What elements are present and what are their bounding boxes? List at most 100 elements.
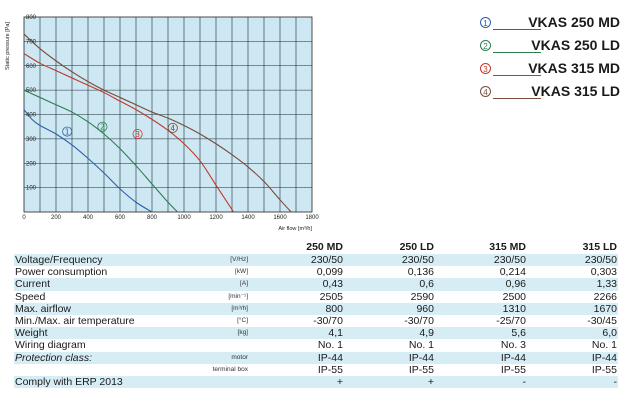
legend-item: 1 VKAS 250 MD — [478, 14, 623, 37]
spec-unit — [169, 375, 254, 389]
spec-label: Max. airflow — [14, 302, 169, 315]
spec-value: 1,33 — [527, 278, 618, 291]
x-tick-label: 0 — [22, 215, 26, 221]
spec-value: -30/70 — [254, 314, 344, 328]
spec-value: IP-55 — [254, 363, 344, 376]
spec-value: IP-55 — [435, 363, 527, 376]
spec-value: 0,099 — [254, 266, 344, 279]
legend-marker: 4 — [480, 86, 491, 97]
spec-label: Protection class: — [14, 351, 169, 364]
x-tick-label: 1800 — [305, 215, 319, 221]
series-marker-label: 1 — [65, 128, 70, 137]
spec-value: 0,6 — [344, 278, 435, 291]
x-tick-label: 1600 — [273, 215, 287, 221]
spec-value: 5,6 — [435, 327, 527, 340]
spec-unit: [A] — [169, 278, 254, 291]
spec-row: Speed [min⁻¹] 2505 2590 2500 2266 — [14, 290, 618, 303]
spec-label: Weight — [14, 327, 169, 340]
spec-value: -25/70 — [435, 314, 527, 328]
spec-value: No. 1 — [344, 339, 435, 352]
spec-value: 0,303 — [527, 266, 618, 279]
spec-value: 1310 — [435, 302, 527, 315]
column-header: 315 MD — [489, 240, 526, 253]
spec-row: Min./Max. air temperature [°C] -30/70 -30/7… — [14, 314, 618, 328]
spec-value: 230/50 — [435, 254, 527, 267]
spec-label: Voltage/Frequency — [14, 254, 169, 267]
y-tick-label: 600 — [26, 64, 37, 70]
spec-value: + — [344, 375, 435, 389]
fan-performance-chart: 1 2 3 4 0 200 400 600 800 1000 1200 1400 1600 1800 10… — [5, 15, 319, 232]
spec-value: - — [435, 375, 527, 389]
spec-value: -30/70 — [344, 314, 435, 328]
spec-value: 2500 — [435, 290, 527, 303]
spec-value: 960 — [344, 302, 435, 315]
spec-row: Wiring diagram No. 1 No. 1 No. 3 No. 1 — [14, 339, 618, 352]
spec-value: + — [254, 375, 344, 389]
spec-header-row: 250 MD 250 LD 315 MD 315 LD — [14, 239, 618, 254]
legend-item: 3 VKAS 315 MD — [478, 60, 623, 83]
spec-unit: [°C] — [169, 314, 254, 328]
spec-value: 0,43 — [254, 278, 344, 291]
series-marker-label: 3 — [135, 130, 140, 139]
x-tick-label: 400 — [83, 215, 94, 221]
chart-legend: 1 VKAS 250 MD 2 VKAS 250 LD 3 VKAS 315 MD 4 VKA… — [478, 14, 623, 106]
spec-unit: [kg] — [169, 327, 254, 340]
legend-item: 4 VKAS 315 LD — [478, 83, 623, 106]
spec-label: Speed — [14, 290, 169, 303]
x-tick-label: 1000 — [177, 215, 191, 221]
spec-value: No. 1 — [527, 339, 618, 352]
spec-value: IP-44 — [254, 351, 344, 364]
spec-value: IP-55 — [527, 363, 618, 376]
spec-value: 2266 — [527, 290, 618, 303]
spec-label — [14, 363, 169, 376]
spec-value: -30/45 — [527, 314, 618, 328]
legend-marker: 3 — [480, 63, 491, 74]
spec-row: Comply with ERP 2013 + + - - — [14, 375, 618, 389]
spec-label: Current — [14, 278, 169, 291]
legend-item: 2 VKAS 250 LD — [478, 37, 623, 60]
x-tick-label: 800 — [147, 215, 158, 221]
spec-value: 4,1 — [254, 327, 344, 340]
spec-value: 2590 — [344, 290, 435, 303]
legend-label: VKAS 250 MD — [528, 14, 620, 30]
spec-value: 0,96 — [435, 278, 527, 291]
spec-label: Comply with ERP 2013 — [14, 375, 169, 389]
spec-unit: [V/Hz] — [169, 254, 254, 267]
x-tick-label: 1400 — [241, 215, 255, 221]
spec-row: Voltage/Frequency [V/Hz] 230/50 230/50 230/5… — [14, 254, 618, 267]
y-tick-label: 400 — [26, 113, 37, 119]
legend-marker: 1 — [480, 17, 491, 28]
spec-unit: [kW] — [169, 266, 254, 279]
column-header: 250 MD — [306, 240, 343, 253]
spec-value: IP-44 — [344, 351, 435, 364]
x-tick-label: 600 — [115, 215, 126, 221]
legend-label: VKAS 315 MD — [528, 60, 620, 76]
legend-marker: 2 — [480, 40, 491, 51]
spec-value: 230/50 — [344, 254, 435, 267]
y-tick-label: 100 — [26, 186, 37, 192]
x-tick-label: 1200 — [209, 215, 223, 221]
spec-row: terminal box IP-55 IP-55 IP-55 IP-55 — [14, 363, 618, 376]
y-axis-label: Static pressure [Pa] — [5, 22, 11, 70]
spec-row: Weight [kg] 4,1 4,9 5,6 6,0 — [14, 327, 618, 340]
spec-row: Current [A] 0,43 0,6 0,96 1,33 — [14, 278, 618, 291]
spec-value: 230/50 — [254, 254, 344, 267]
y-tick-label: 500 — [26, 88, 37, 94]
spec-value: IP-55 — [344, 363, 435, 376]
y-tick-label: 800 — [26, 15, 37, 21]
series-marker-label: 2 — [100, 123, 105, 132]
spec-value: 1670 — [527, 302, 618, 315]
y-tick-label: 200 — [26, 161, 37, 167]
x-tick-label: 200 — [51, 215, 62, 221]
spec-label: Min./Max. air temperature — [14, 314, 169, 328]
spec-value: 800 — [254, 302, 344, 315]
spec-unit: motor — [169, 351, 254, 364]
legend-label: VKAS 315 LD — [531, 83, 620, 99]
spec-value: 2505 — [254, 290, 344, 303]
spec-value: IP-44 — [527, 351, 618, 364]
spec-row: Power consumption [kW] 0,099 0,136 0,214 0,30… — [14, 266, 618, 279]
spec-value: 230/50 — [527, 254, 618, 267]
y-tick-label: 300 — [26, 137, 37, 143]
spec-value: 6,0 — [527, 327, 618, 340]
spec-value: - — [527, 375, 618, 389]
